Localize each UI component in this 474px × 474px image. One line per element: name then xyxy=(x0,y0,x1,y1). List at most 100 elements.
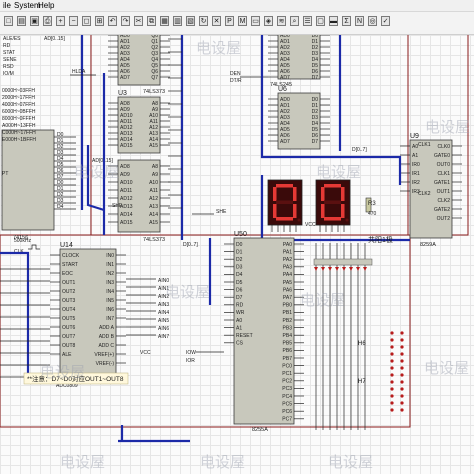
seven-segment-digit-1-segment xyxy=(273,204,277,218)
u50-pin-right: PB3 xyxy=(283,325,293,331)
u6b-designator: U6 xyxy=(278,86,287,93)
u50-pin-right: PB6 xyxy=(283,348,293,354)
led-indicator xyxy=(349,267,353,271)
u9-pin-right: GATE2 xyxy=(434,207,450,213)
electrical-check-icon[interactable]: ✓ xyxy=(381,16,390,26)
u14-pin-left: EOC xyxy=(62,271,73,277)
u50-pin-right: PA4 xyxy=(283,272,292,278)
common-anode-label: 共阳1极 xyxy=(368,235,393,244)
seven-segment-digit-1-segment xyxy=(276,217,293,221)
make-device-icon[interactable]: M xyxy=(238,16,247,26)
block-move-icon[interactable]: ▧ xyxy=(186,16,195,26)
resistor-pack xyxy=(313,258,373,266)
u3c-pin-right: A14 xyxy=(149,212,158,218)
property-icon[interactable]: ☰ xyxy=(303,16,312,26)
u0-pin-label: IO/M xyxy=(3,71,14,77)
menu-help[interactable]: Help xyxy=(38,0,54,11)
switch-contact xyxy=(400,394,404,398)
switch-contact xyxy=(400,387,404,391)
save-icon[interactable]: ▣ xyxy=(30,16,39,26)
u50-pin-right: PC3 xyxy=(282,386,292,392)
u9-pin-right: GATE0 xyxy=(434,153,450,159)
switch-contact xyxy=(390,394,394,398)
u14-pin-left: OUT3 xyxy=(62,298,76,304)
remove-sheet-icon[interactable]: ▬ xyxy=(329,16,338,26)
u50-pin-left: D6 xyxy=(236,287,243,293)
u50-pin-left: D3 xyxy=(236,265,243,271)
memory-map-entry: E000H~1BFFH xyxy=(2,137,36,143)
open-icon[interactable]: ▤ xyxy=(17,16,26,26)
design-explorer-icon[interactable]: ◎ xyxy=(368,16,377,26)
block-delete-icon[interactable]: ✕ xyxy=(212,16,221,26)
u9-pin-right: GATE1 xyxy=(434,180,450,186)
u50-pin-right: PA6 xyxy=(283,287,292,293)
u3c-pin-right: A13 xyxy=(149,204,158,210)
new-icon[interactable]: □ xyxy=(4,16,13,26)
new-sheet-icon[interactable]: ▢ xyxy=(316,16,325,26)
u3b-pin-left: AD15 xyxy=(120,143,133,149)
u50-pin-right: PA3 xyxy=(283,265,292,271)
ain-net-label: AIN7 xyxy=(158,334,169,340)
print-icon[interactable]: ⎙ xyxy=(43,16,52,26)
schematic-canvas[interactable]: ALE/ES RD STAT SENE RSD IO/M 0000H~03FFH 2000H~… xyxy=(0,35,474,474)
u50-pin-left: D1 xyxy=(236,249,243,255)
seven-segment-digit-1-segment xyxy=(293,187,297,201)
u50-pin-right: PA5 xyxy=(283,280,292,286)
zoom-out-icon[interactable]: − xyxy=(69,16,78,26)
u50-pin-right: PC5 xyxy=(282,401,292,407)
u50-pin-left: WR xyxy=(236,310,245,316)
u3c-pin-right: A10 xyxy=(149,180,158,186)
search-icon[interactable]: ⌕ xyxy=(290,16,299,26)
dtr-net-label: DT/R xyxy=(230,78,242,84)
watermark: 电设屋 xyxy=(200,453,245,471)
seven-segment-digit-2-segment xyxy=(341,187,345,201)
seven-segment-digit-1-segment xyxy=(276,200,293,204)
seven-segment-digit-2-segment xyxy=(324,184,341,188)
paste-icon[interactable]: ▦ xyxy=(160,16,169,26)
u50-pin-left: RD xyxy=(236,303,244,309)
watermark: 电设屋 xyxy=(165,283,210,301)
watermark: 电设屋 xyxy=(196,39,241,57)
bus-d-label-2: D[0..7] xyxy=(183,242,198,248)
u50-pin-left: D2 xyxy=(236,257,243,263)
memory-map-entry: A000H~13FFH xyxy=(2,123,36,129)
zoom-fit-icon[interactable]: ◻ xyxy=(82,16,91,26)
undo-icon[interactable]: ↶ xyxy=(108,16,117,26)
u0-pin-label: STAT xyxy=(3,50,15,56)
decompose-icon[interactable]: ◈ xyxy=(264,16,273,26)
u50-pin-left: A1 xyxy=(236,325,242,331)
cut-icon[interactable]: ✂ xyxy=(134,16,143,26)
netlist-icon[interactable]: N xyxy=(355,16,364,26)
u50-part-label: 8255A xyxy=(252,427,268,433)
u0-pin-label: RD xyxy=(3,43,11,49)
ain-net-label: AIN5 xyxy=(158,318,169,324)
u0-pin-label: SENE xyxy=(3,57,17,63)
ain-net-label: AIN6 xyxy=(158,326,169,332)
redo-icon[interactable]: ↷ xyxy=(121,16,130,26)
ior-net-label: IOR xyxy=(186,358,195,364)
block-rotate-icon[interactable]: ↻ xyxy=(199,16,208,26)
bus-adc-out xyxy=(0,251,30,383)
package-icon[interactable]: ▭ xyxy=(251,16,260,26)
wire-autoroute-icon[interactable]: ≋ xyxy=(277,16,286,26)
watermark: 电设屋 xyxy=(328,453,373,471)
u14-pin-left: START xyxy=(62,262,78,268)
zoom-in-icon[interactable]: + xyxy=(56,16,65,26)
menu-system[interactable]: System xyxy=(14,0,41,11)
block-copy-icon[interactable]: ▥ xyxy=(173,16,182,26)
watermark: 电设屋 xyxy=(425,118,470,136)
u3c-pin-left: AD15 xyxy=(120,220,133,226)
seven-segment-digit-1-dp-segment xyxy=(297,218,301,222)
u9-pin-right: CLK0 xyxy=(437,144,450,150)
copy-icon[interactable]: ⧉ xyxy=(147,16,156,26)
bom-icon[interactable]: Σ xyxy=(342,16,351,26)
switch-contact xyxy=(390,359,394,363)
u14-pin-left: OUT5 xyxy=(62,316,76,322)
clk1-label: CLK1 xyxy=(418,142,431,148)
menu-file[interactable]: ile xyxy=(3,0,11,11)
zoom-area-icon[interactable]: ⊞ xyxy=(95,16,104,26)
u9-designator: U9 xyxy=(410,133,419,140)
watermark: 电设屋 xyxy=(316,163,361,181)
pick-device-icon[interactable]: P xyxy=(225,16,234,26)
switch-contact xyxy=(400,366,404,370)
